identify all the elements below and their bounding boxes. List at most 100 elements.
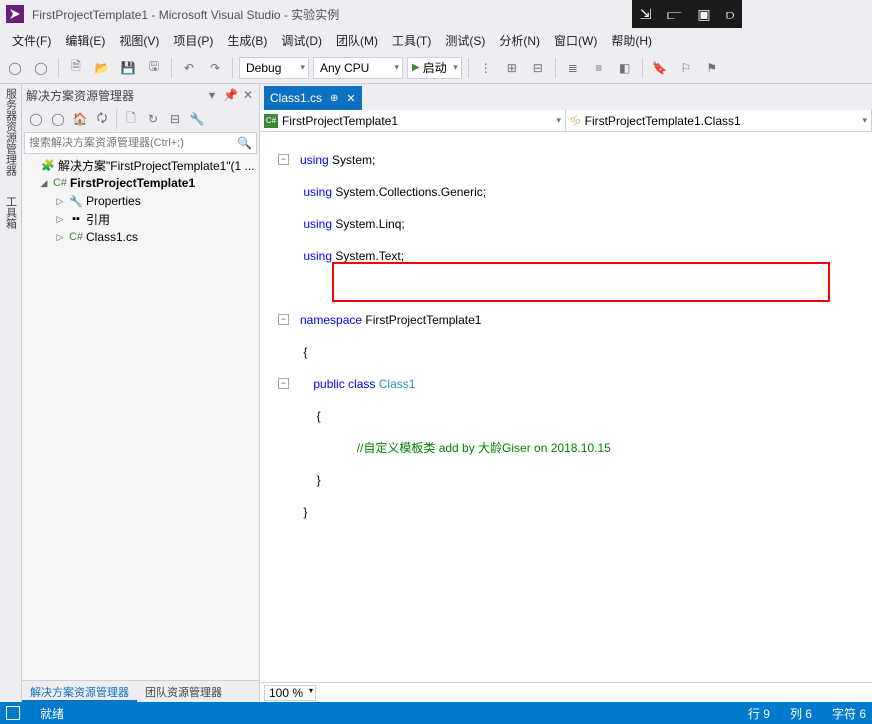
menu-view[interactable]: 视图(V): [113, 30, 165, 51]
se-refresh-icon[interactable]: ↻: [143, 109, 163, 129]
save-button[interactable]: 💾: [117, 57, 139, 79]
nav-class-dropdown[interactable]: 🝰 FirstProjectTemplate1.Class1: [566, 110, 872, 131]
play-icon: ▶: [412, 62, 420, 73]
tab-class1[interactable]: Class1.cs ⊕ ✕: [264, 86, 362, 110]
exp-icon-4[interactable]: ⫐: [726, 6, 734, 23]
exp-icon-2[interactable]: ⫍: [667, 6, 682, 23]
tb-icon-5[interactable]: ≡: [588, 57, 610, 79]
panel-bottom-tabs: 解决方案资源管理器 团队资源管理器: [22, 680, 259, 702]
separator: [555, 58, 556, 78]
fold-icon[interactable]: −: [278, 378, 289, 389]
config-dropdown[interactable]: Debug: [239, 57, 309, 79]
gutter: [260, 132, 292, 682]
start-debug-button[interactable]: ▶启动: [407, 57, 462, 79]
project-node[interactable]: ◢ C# FirstProjectTemplate1: [22, 174, 259, 192]
rail-toolbox[interactable]: 工具箱: [3, 196, 19, 229]
solution-node[interactable]: 🧩 解决方案"FirstProjectTemplate1"(1 ...: [22, 156, 259, 174]
fold-icon[interactable]: −: [278, 314, 289, 325]
tb-icon-3[interactable]: ⊟: [527, 57, 549, 79]
redo-button[interactable]: ↷: [204, 57, 226, 79]
solution-search-input[interactable]: [29, 137, 237, 149]
zoom-dropdown[interactable]: 100 %: [264, 685, 316, 701]
tab-team-explorer[interactable]: 团队资源管理器: [137, 681, 230, 702]
panel-header: 解决方案资源管理器 ▾ 📌 ✕: [22, 84, 259, 106]
rail-server-explorer[interactable]: 服务器资源管理器: [3, 88, 19, 176]
new-project-button[interactable]: 🗎: [65, 57, 87, 79]
se-fwd-button[interactable]: ◯: [48, 109, 68, 129]
solution-tree: 🧩 解决方案"FirstProjectTemplate1"(1 ... ◢ C#…: [22, 154, 259, 680]
status-col: 列 6: [790, 705, 812, 722]
cs-icon: C#: [264, 114, 278, 128]
separator: [58, 58, 59, 78]
properties-node[interactable]: ▷ 🔧 Properties: [22, 192, 259, 210]
menu-build[interactable]: 生成(B): [221, 30, 273, 51]
pin-icon[interactable]: ⊕: [330, 93, 338, 104]
se-back-button[interactable]: ◯: [26, 109, 46, 129]
class-icon: 🝰: [570, 110, 581, 132]
panel-title: 解决方案资源管理器: [26, 87, 134, 104]
exp-icon-3[interactable]: ▣: [697, 6, 710, 23]
main-toolbar: ◯ ◯ 🗎 📂 💾 🖫 ↶ ↷ Debug Any CPU ▶启动 ⋮ ⊞ ⊟ …: [0, 52, 872, 84]
nav-bar: C# FirstProjectTemplate1 🝰 FirstProjectT…: [260, 110, 872, 132]
menu-team[interactable]: 团队(M): [330, 30, 384, 51]
tb-icon-1[interactable]: ⋮: [475, 57, 497, 79]
status-icon[interactable]: [6, 706, 20, 720]
left-rail: 服务器资源管理器 工具箱: [0, 84, 22, 702]
nav-back-button[interactable]: ◯: [4, 57, 26, 79]
save-all-button[interactable]: 🖫: [143, 57, 165, 79]
menu-tools[interactable]: 工具(T): [386, 30, 437, 51]
nav-project-dropdown[interactable]: C# FirstProjectTemplate1: [260, 110, 566, 131]
close-tab-icon[interactable]: ✕: [346, 92, 355, 105]
expand-icon[interactable]: ▷: [54, 214, 66, 225]
menu-file[interactable]: 文件(F): [6, 30, 57, 51]
menu-help[interactable]: 帮助(H): [605, 30, 658, 51]
file-node[interactable]: ▷ C# Class1.cs: [22, 228, 259, 246]
expand-icon[interactable]: ▷: [54, 232, 66, 243]
menu-project[interactable]: 项目(P): [167, 30, 219, 51]
code-content[interactable]: −using System; using System.Collections.…: [292, 132, 872, 682]
tb-icon-4[interactable]: ≣: [562, 57, 584, 79]
separator: [468, 58, 469, 78]
solution-icon: 🧩: [40, 159, 56, 172]
se-showall-icon[interactable]: 🗋: [121, 109, 141, 129]
tb-icon-9[interactable]: ⚑: [701, 57, 723, 79]
panel-pin-icon[interactable]: 📌: [223, 88, 237, 102]
expand-icon[interactable]: ▷: [54, 196, 66, 207]
open-file-button[interactable]: 📂: [91, 57, 113, 79]
cs-file-icon: C#: [68, 231, 84, 243]
se-collapse-icon[interactable]: ⊟: [165, 109, 185, 129]
se-home-icon[interactable]: 🏠: [70, 109, 90, 129]
references-icon: ▪▪: [68, 213, 84, 225]
vs-logo-icon: [6, 5, 24, 23]
solution-toolbar: ◯ ◯ 🏠 🗘 🗋 ↻ ⊟ 🔧: [22, 106, 259, 132]
menu-window[interactable]: 窗口(W): [548, 30, 603, 51]
tb-icon-7[interactable]: 🔖: [649, 57, 671, 79]
tb-icon-8[interactable]: ⚐: [675, 57, 697, 79]
panel-dropdown-icon[interactable]: ▾: [205, 88, 219, 102]
tb-icon-2[interactable]: ⊞: [501, 57, 523, 79]
menu-analyze[interactable]: 分析(N): [493, 30, 546, 51]
separator: [171, 58, 172, 78]
undo-button[interactable]: ↶: [178, 57, 200, 79]
code-editor[interactable]: −using System; using System.Collections.…: [260, 132, 872, 682]
expand-icon[interactable]: ◢: [38, 178, 50, 189]
status-bar: 就绪 行 9 列 6 字符 6: [0, 702, 872, 724]
exp-icon-1[interactable]: ⇲: [640, 6, 652, 23]
editor-area: Class1.cs ⊕ ✕ C# FirstProjectTemplate1 🝰…: [260, 84, 872, 702]
se-props-icon[interactable]: 🔧: [187, 109, 207, 129]
wrench-icon: 🔧: [68, 195, 84, 208]
panel-close-icon[interactable]: ✕: [241, 88, 255, 102]
nav-fwd-button[interactable]: ◯: [30, 57, 52, 79]
fold-icon[interactable]: −: [278, 154, 289, 165]
menu-edit[interactable]: 编辑(E): [59, 30, 111, 51]
separator: [232, 58, 233, 78]
se-sync-icon[interactable]: 🗘: [92, 109, 112, 129]
tb-icon-6[interactable]: ◧: [614, 57, 636, 79]
tab-solution-explorer[interactable]: 解决方案资源管理器: [22, 681, 137, 702]
menu-debug[interactable]: 调试(D): [275, 30, 328, 51]
solution-search[interactable]: 🔍: [24, 132, 257, 154]
menu-test[interactable]: 测试(S): [439, 30, 491, 51]
references-node[interactable]: ▷ ▪▪ 引用: [22, 210, 259, 228]
experimental-toolbar: ⇲ ⫍ ▣ ⫐: [632, 0, 742, 28]
platform-dropdown[interactable]: Any CPU: [313, 57, 403, 79]
